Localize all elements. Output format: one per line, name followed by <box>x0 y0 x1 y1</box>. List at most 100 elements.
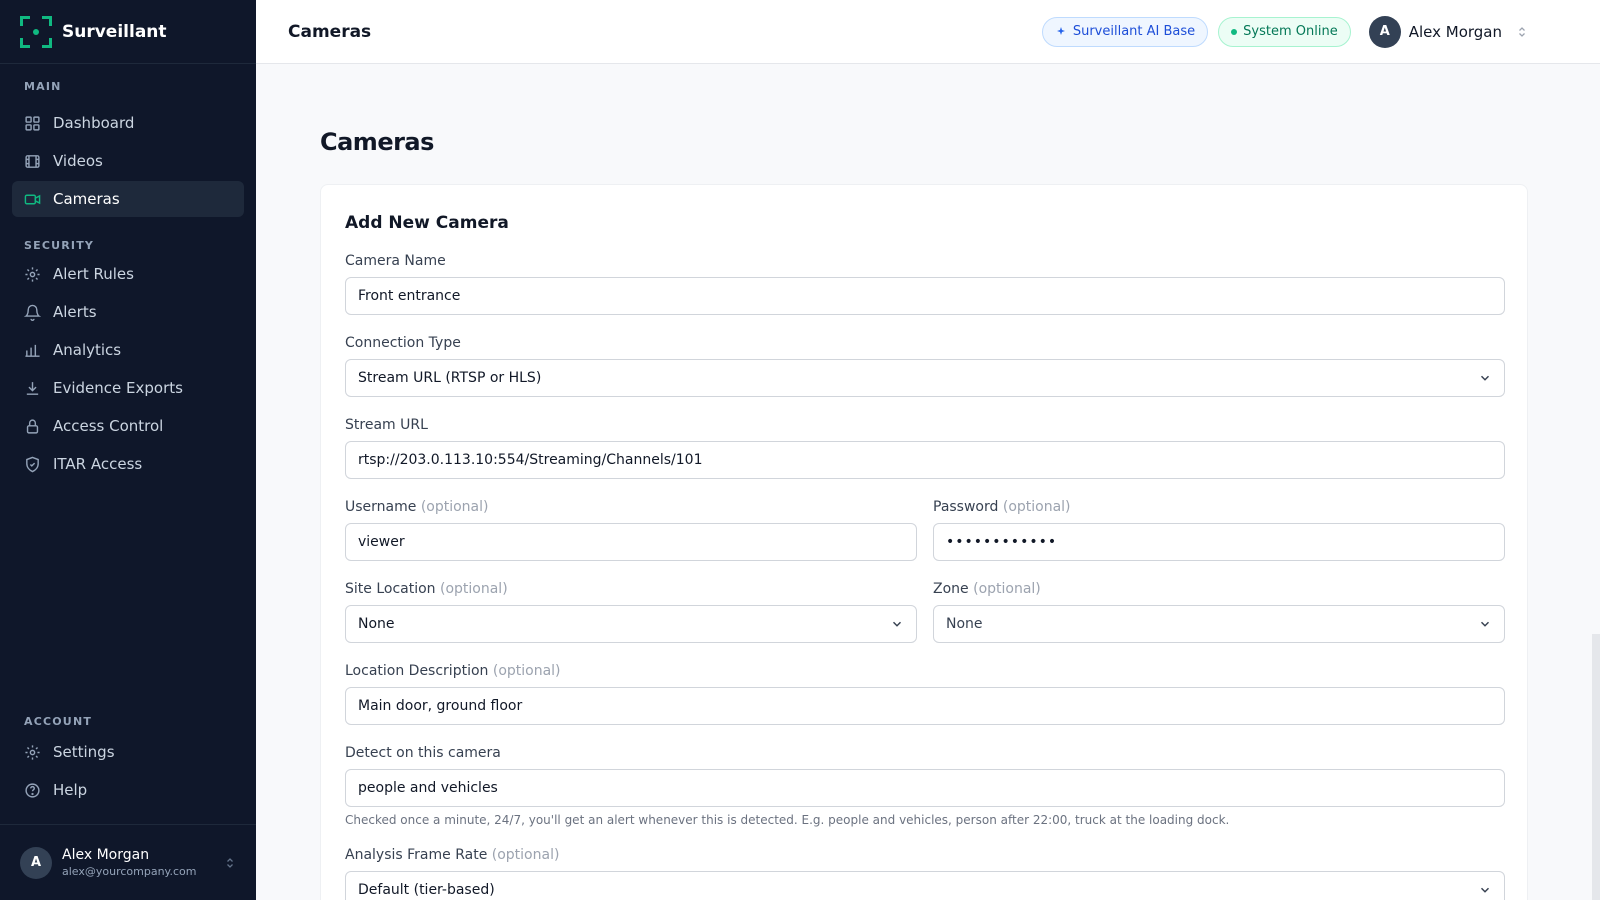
sidebar-item-label: Access Control <box>53 417 164 435</box>
sidebar-item-itar-access[interactable]: ITAR Access <box>12 446 244 482</box>
camera-name-label: Camera Name <box>345 253 446 269</box>
location-description-label-text: Location Description <box>345 663 489 679</box>
detect-label: Detect on this camera <box>345 745 501 761</box>
gear-icon <box>25 266 40 282</box>
optional-hint: (optional) <box>1002 499 1071 515</box>
sidebar-item-label: Alerts <box>53 303 97 321</box>
sidebar-item-help[interactable]: Help <box>12 772 244 808</box>
sidebar-item-alert-rules[interactable]: Alert Rules <box>12 256 244 292</box>
status-badge: System Online <box>1218 16 1351 47</box>
frame-rate-label-text: Analysis Frame Rate <box>345 847 488 863</box>
topbar-title: Cameras <box>288 21 372 42</box>
sidebar-item-settings[interactable]: Settings <box>12 734 244 770</box>
chevron-down-icon <box>1480 887 1490 893</box>
chevron-down-icon <box>892 621 902 627</box>
nav-section-title: SECURITY <box>24 239 95 252</box>
sidebar-item-label: Alert Rules <box>53 265 134 283</box>
ai-base-badge[interactable]: Surveillant AI Base <box>1041 16 1209 47</box>
frame-rate-label: Analysis Frame Rate (optional) <box>345 845 1505 865</box>
sidebar-item-analytics[interactable]: Analytics <box>12 332 244 368</box>
camera-name-input[interactable]: Front entrance <box>345 277 1505 315</box>
site-location-select[interactable]: None <box>345 605 917 643</box>
chevron-updown-icon <box>1519 26 1525 37</box>
brand-logo-icon <box>20 15 52 48</box>
password-field: Password (optional) •••••••••••• <box>933 497 1505 561</box>
main-content: Cameras Add New Camera Camera Name Front… <box>256 64 1600 900</box>
site-location-label-text: Site Location <box>345 581 436 597</box>
status-dot-icon <box>1231 28 1238 35</box>
zone-value: None <box>946 616 983 632</box>
connection-type-label: Connection Type <box>345 335 461 351</box>
sidebar-item-evidence-exports[interactable]: Evidence Exports <box>12 370 244 406</box>
sidebar-item-access-control[interactable]: Access Control <box>12 408 244 444</box>
sidebar-item-label: Evidence Exports <box>53 379 183 397</box>
frame-rate-select[interactable]: Default (tier-based) <box>345 871 1505 900</box>
site-location-label: Site Location (optional) <box>345 579 917 599</box>
sidebar-item-label: Videos <box>53 152 103 170</box>
username-input[interactable]: viewer <box>345 523 917 561</box>
detect-help-text: Checked once a minute, 24/7, you'll get … <box>345 813 1230 827</box>
connection-type-value: Stream URL (RTSP or HLS) <box>358 370 542 386</box>
user-email: alex@yourcompany.com <box>62 865 197 878</box>
detect-field: Detect on this camera people and vehicle… <box>345 743 1505 827</box>
lock-icon <box>26 418 39 434</box>
stream-url-label: Stream URL <box>345 417 428 433</box>
avatar: A <box>1368 15 1401 48</box>
nav-section-title: ACCOUNT <box>24 715 93 728</box>
gear-icon <box>25 744 40 760</box>
password-label-text: Password <box>933 499 999 515</box>
camera-name-value: Front entrance <box>358 288 461 304</box>
page-title: Cameras <box>320 128 434 156</box>
optional-hint: (optional) <box>420 499 489 515</box>
sidebar-item-label: Dashboard <box>53 114 135 132</box>
scrollbar[interactable] <box>1592 634 1600 900</box>
sidebar-item-alerts[interactable]: Alerts <box>12 294 244 330</box>
detect-input[interactable]: people and vehicles <box>345 769 1505 807</box>
zone-select[interactable]: None <box>933 605 1505 643</box>
location-description-field: Location Description (optional) Main doo… <box>345 661 1505 725</box>
password-label: Password (optional) <box>933 497 1505 517</box>
site-location-value: None <box>358 616 395 632</box>
status-badge-label: System Online <box>1243 24 1338 39</box>
username-value: viewer <box>358 534 405 550</box>
password-input[interactable]: •••••••••••• <box>933 523 1505 561</box>
detect-value: people and vehicles <box>358 780 498 796</box>
location-description-input[interactable]: Main door, ground floor <box>345 687 1505 725</box>
avatar: A <box>20 846 52 879</box>
sidebar-item-label: Cameras <box>53 190 120 208</box>
ai-base-badge-label: Surveillant AI Base <box>1072 24 1196 39</box>
site-location-field: Site Location (optional) None <box>345 579 917 643</box>
download-icon <box>26 381 39 395</box>
connection-type-select[interactable]: Stream URL (RTSP or HLS) <box>345 359 1505 397</box>
grid-icon <box>25 115 40 131</box>
zone-label: Zone (optional) <box>933 579 1505 599</box>
sidebar-user-menu[interactable]: A Alex Morgan alex@yourcompany.com <box>0 824 256 900</box>
top-user-menu[interactable]: A Alex Morgan <box>1368 15 1528 48</box>
camera-icon <box>24 194 41 204</box>
sidebar-item-label: ITAR Access <box>53 455 143 473</box>
zone-field: Zone (optional) None <box>933 579 1505 643</box>
nav-section-main: MAIN Dashboard Videos Cameras <box>0 77 256 219</box>
add-camera-form: Add New Camera Camera Name Front entranc… <box>320 184 1528 900</box>
sidebar-item-dashboard[interactable]: Dashboard <box>12 105 244 141</box>
username-field: Username (optional) viewer <box>345 497 917 561</box>
shield-check-icon <box>26 456 39 472</box>
nav-section-account: ACCOUNT Settings Help <box>0 712 256 810</box>
optional-hint: (optional) <box>492 663 561 679</box>
stream-url-input[interactable]: rtsp://203.0.113.10:554/Streaming/Channe… <box>345 441 1505 479</box>
location-description-value: Main door, ground floor <box>358 698 523 714</box>
stream-url-value: rtsp://203.0.113.10:554/Streaming/Channe… <box>358 452 703 468</box>
username-label-text: Username <box>345 499 417 515</box>
sidebar-item-videos[interactable]: Videos <box>12 143 244 179</box>
topbar: Cameras Surveillant AI Base System Onlin… <box>256 0 1600 64</box>
sidebar-item-label: Help <box>53 781 88 799</box>
chevron-down-icon <box>1480 621 1490 627</box>
sidebar-item-cameras[interactable]: Cameras <box>12 181 244 217</box>
sidebar: Surveillant MAIN Dashboard Videos Camera… <box>0 0 256 900</box>
bell-icon <box>24 304 41 321</box>
brand[interactable]: Surveillant <box>0 0 256 64</box>
optional-hint: (optional) <box>491 847 560 863</box>
stream-url-field: Stream URL rtsp://203.0.113.10:554/Strea… <box>345 415 1505 479</box>
frame-rate-field: Analysis Frame Rate (optional) Default (… <box>345 845 1505 900</box>
chevron-updown-icon <box>227 857 233 868</box>
